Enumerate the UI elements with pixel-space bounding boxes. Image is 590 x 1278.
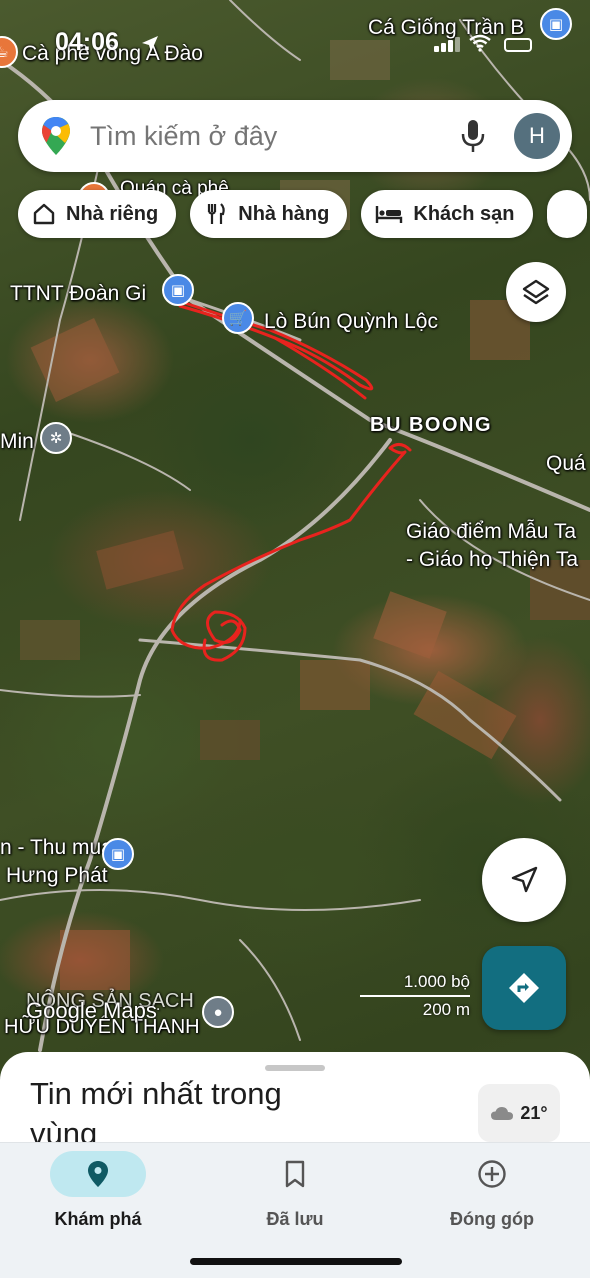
- status-time: 04:06: [55, 28, 119, 56]
- shopping-bag-pin-icon-2[interactable]: ▣: [162, 274, 194, 306]
- home-indicator: [190, 1258, 402, 1265]
- add-circle-icon: [478, 1160, 506, 1188]
- nav-contribute[interactable]: Đóng góp: [412, 1151, 572, 1230]
- nav-explore[interactable]: Khám phá: [18, 1151, 178, 1230]
- nav-explore-pill: [50, 1151, 146, 1197]
- cloud-icon: [491, 1107, 514, 1120]
- scale-metric: 200 m: [422, 1000, 470, 1019]
- layers-icon: [522, 279, 550, 305]
- chip-label: Khách sạn: [413, 202, 515, 225]
- directions-icon: [509, 973, 539, 1003]
- nav-saved[interactable]: Đã lưu: [215, 1151, 375, 1230]
- chip-home[interactable]: Nhà riêng: [18, 190, 177, 238]
- hotel-icon: [376, 206, 403, 223]
- chip-hotel[interactable]: Khách sạn: [361, 190, 533, 238]
- nav-saved-pill: [247, 1151, 343, 1197]
- location-arrow-icon: [142, 36, 158, 52]
- chip-label: Nhà hàng: [238, 202, 330, 225]
- nav-label: Khám phá: [54, 1209, 142, 1229]
- place-label-giao-diem-2[interactable]: - Giáo họ Thiện Ta: [406, 548, 578, 572]
- shopping-bag-pin-icon-3[interactable]: ▣: [102, 838, 134, 870]
- shopping-bag-pin-icon[interactable]: ▣: [540, 8, 572, 40]
- directions-button[interactable]: [482, 946, 566, 1030]
- battery-icon: [504, 38, 532, 52]
- place-label-lo-bun[interactable]: Lò Bún Quỳnh Lộc: [264, 310, 438, 334]
- chip-more[interactable]: [546, 190, 587, 238]
- bookmark-icon: [285, 1160, 305, 1188]
- nav-label: Đã lưu: [266, 1209, 324, 1229]
- category-chips: Nhà riêng Nhà hàng Khách sạn: [18, 190, 587, 238]
- place-label-thu-mua-2[interactable]: Hưng Phát: [6, 864, 108, 888]
- mic-icon[interactable]: [458, 118, 488, 154]
- google-maps-watermark: Google Maps: [26, 998, 157, 1023]
- my-location-button[interactable]: [482, 838, 566, 922]
- layers-button[interactable]: [506, 262, 566, 322]
- search-bar[interactable]: H: [18, 100, 572, 172]
- google-maps-logo-icon: [42, 117, 70, 155]
- place-label-thu-mua-1[interactable]: n - Thu mua: [0, 836, 113, 860]
- restaurant-icon: [208, 203, 226, 224]
- nav-label: Đóng góp: [450, 1209, 534, 1229]
- place-label-qua[interactable]: Quá: [546, 452, 586, 476]
- explore-pin-icon: [88, 1161, 108, 1187]
- place-pin-icon[interactable]: ●: [202, 996, 234, 1028]
- scale-imperial: 1.000 bộ: [403, 972, 470, 991]
- temperature: 21°: [520, 1102, 548, 1123]
- search-input[interactable]: [90, 120, 458, 152]
- navigation-arrow-icon: [511, 866, 538, 893]
- cart-pin-icon[interactable]: 🛒: [222, 302, 254, 334]
- nav-contribute-pill: [444, 1151, 540, 1197]
- area-label-bu-boong: BU BOONG: [370, 414, 492, 436]
- place-label-min[interactable]: Min: [0, 430, 34, 454]
- signal-icon: [434, 37, 460, 52]
- chip-restaurant[interactable]: Nhà hàng: [190, 190, 348, 238]
- scale-line: [360, 995, 470, 997]
- avatar[interactable]: H: [514, 113, 560, 159]
- wifi-icon: [469, 34, 491, 52]
- place-label-giao-diem-1[interactable]: Giáo điểm Mẫu Ta: [406, 520, 576, 544]
- home-icon: [33, 203, 55, 225]
- sheet-handle[interactable]: [265, 1065, 325, 1071]
- map-scale: 1.000 bộ 200 m: [360, 972, 470, 1020]
- place-label-ttnt[interactable]: TTNT Đoàn Gi: [10, 282, 146, 306]
- chip-label: Nhà riêng: [66, 202, 159, 225]
- temple-pin-icon[interactable]: ✲: [40, 422, 72, 454]
- status-icons: [434, 34, 532, 52]
- weather-chip[interactable]: 21°: [478, 1084, 560, 1142]
